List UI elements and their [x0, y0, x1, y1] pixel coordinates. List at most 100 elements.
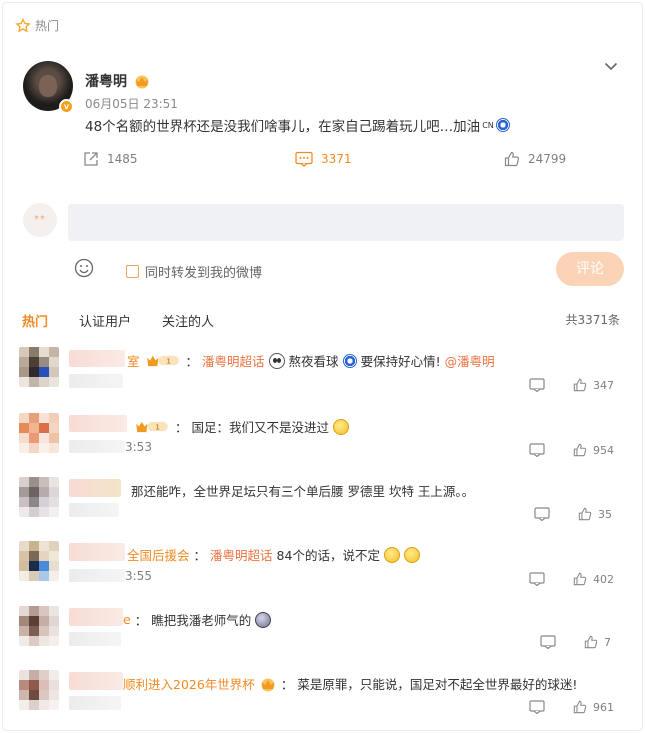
- mention-link[interactable]: @潘粤明: [445, 351, 495, 370]
- comment-icon: [295, 151, 313, 167]
- chevron-down-icon[interactable]: [604, 59, 618, 73]
- comment-button[interactable]: 3371: [295, 151, 352, 167]
- thumbs-up-icon: [584, 635, 598, 649]
- supertopic-link[interactable]: 潘粤明超话: [202, 351, 265, 370]
- comment-like-count: 347: [593, 378, 614, 392]
- emoji-icon[interactable]: [74, 258, 94, 278]
- blurred-name: [69, 543, 125, 561]
- supertopic-link[interactable]: 潘粤明超话: [210, 545, 273, 564]
- repost-checkbox-label: 同时转发到我的微博: [145, 266, 263, 281]
- hot-label: 热门: [35, 19, 60, 33]
- blurred-name: [69, 350, 125, 367]
- panda-emoji-icon: [268, 352, 285, 369]
- comment-time: 3:55: [125, 569, 152, 583]
- post-body: 48个名额的世界杯还是没我们啥事儿，在家自己踢着玩儿吧…加油: [85, 119, 481, 135]
- comment-colon: ：: [280, 677, 294, 692]
- repost-checkbox[interactable]: [126, 265, 139, 278]
- soccer-ball-icon: [495, 118, 510, 132]
- blurred-time: [69, 696, 121, 710]
- total-comments: 共3371条: [565, 313, 620, 327]
- thumbs-up-icon: [573, 572, 587, 586]
- comment-colon: ：: [185, 354, 199, 369]
- comment-body: 那还能咋，全世界足坛只有三个单后腰 罗德里 坎特 王上源。。: [131, 481, 474, 500]
- commenter-avatar[interactable]: [19, 541, 59, 581]
- commenter-name[interactable]: e: [123, 612, 131, 627]
- comment-like-button[interactable]: 954: [573, 443, 614, 457]
- comment-text: 84个的话，说不定: [276, 548, 380, 563]
- comment-body: 全国后援会 ： 潘粤明超话 84个的话，说不定: [127, 545, 420, 564]
- star-icon: [15, 17, 31, 32]
- reply-icon[interactable]: [529, 443, 545, 457]
- comment-like-count: 402: [593, 572, 614, 586]
- reply-icon[interactable]: [540, 635, 556, 649]
- like-button[interactable]: 24799: [504, 151, 566, 167]
- tab-verified-users[interactable]: 认证用户: [79, 311, 131, 330]
- tab-following[interactable]: 关注的人: [162, 311, 214, 330]
- level-crown-badge: 1: [136, 421, 168, 433]
- commenter-avatar[interactable]: [19, 477, 59, 517]
- comment-actions: 961: [529, 700, 614, 714]
- comment-like-button[interactable]: 7: [584, 635, 611, 649]
- comment-tabs: 热门 认证用户 关注的人: [22, 311, 214, 330]
- comment-colon: ：: [134, 613, 148, 628]
- crown-icon: [135, 75, 149, 89]
- comment-actions: 402: [529, 572, 614, 586]
- commenter-avatar[interactable]: [19, 670, 59, 710]
- commenter-name[interactable]: 顺利进入2026年世界杯: [123, 674, 255, 693]
- level-crown-badge: 1: [146, 355, 179, 367]
- comment-like-button[interactable]: 961: [573, 700, 614, 714]
- blurred-time: [69, 440, 125, 453]
- comment-actions: 347: [529, 378, 614, 392]
- commenter-name[interactable]: 全国后援会: [127, 545, 190, 564]
- svg-text:1: 1: [155, 422, 160, 431]
- cn-flag-icon: CN: [482, 120, 494, 130]
- post-text: 48个名额的世界杯还是没我们啥事儿，在家自己踢着玩儿吧…加油 CN: [85, 115, 510, 135]
- thumbs-up-icon: [573, 700, 587, 714]
- repost-checkbox-row[interactable]: 同时转发到我的微博: [126, 262, 262, 281]
- comment-text: 国足：我们又不是没进过: [191, 420, 330, 435]
- commenter-avatar[interactable]: [19, 347, 59, 387]
- comment-like-count: 961: [593, 700, 614, 714]
- comment-count: 3371: [321, 152, 352, 166]
- comment-actions: 954: [529, 443, 614, 457]
- thumbs-up-icon: [578, 507, 592, 521]
- comment-like-count: 7: [604, 635, 611, 649]
- reply-icon[interactable]: [529, 700, 545, 714]
- reply-icon[interactable]: [529, 572, 545, 586]
- comment-like-button[interactable]: 347: [573, 378, 614, 392]
- commenter-avatar[interactable]: [19, 413, 59, 453]
- commenter-name[interactable]: 室: [127, 351, 140, 370]
- author-name[interactable]: 潘粤明: [85, 71, 127, 91]
- angry-face-emoji-icon: [255, 611, 272, 628]
- hot-header: 热门: [15, 17, 59, 34]
- comment-like-button[interactable]: 35: [578, 507, 612, 521]
- comment-time: 3:53: [125, 440, 152, 454]
- thumbs-up-icon: [573, 443, 587, 457]
- comment-body: 顺利进入2026年世界杯 ： 菜是原罪，只能说，国足对不起全世界最好的球迷!: [123, 674, 577, 693]
- verified-badge: v: [59, 99, 74, 114]
- crown-icon: [261, 678, 275, 691]
- reply-icon[interactable]: [534, 507, 550, 521]
- post-time[interactable]: 06月05日 23:51: [85, 95, 178, 112]
- comment-text: 那还能咋，全世界足坛只有三个单后腰 罗德里 坎特 王上源。。: [131, 484, 475, 499]
- comment-actions: 35: [534, 507, 612, 521]
- weibo-post-card: 热门 v 潘粤明 06月05日 23:51 48个名额的世界杯还是没我们啥事儿，…: [2, 2, 643, 731]
- commenter-avatar[interactable]: [19, 606, 59, 646]
- repost-count: 1485: [107, 152, 138, 166]
- blurred-time: [69, 632, 121, 646]
- thumbs-up-icon: [504, 151, 520, 167]
- comment-input[interactable]: [68, 204, 624, 241]
- tab-hot[interactable]: 热门: [22, 311, 48, 330]
- comment-text: 熬夜看球: [288, 354, 339, 369]
- comment-body: 1 ： 国足：我们又不是没进过: [133, 417, 350, 436]
- repost-button[interactable]: 1485: [83, 151, 138, 167]
- smile-emoji-icon: [403, 546, 420, 563]
- comment-body: 室 1 ： 潘粤明超话 熬夜看球 要保持好心情! @潘粤明: [127, 351, 495, 370]
- svg-text:1: 1: [166, 356, 171, 365]
- like-count: 24799: [528, 152, 567, 166]
- comment-like-button[interactable]: 402: [573, 572, 614, 586]
- blurred-time: [69, 374, 123, 388]
- submit-comment-button[interactable]: 评论: [556, 252, 624, 286]
- comment-like-count: 35: [598, 507, 612, 521]
- reply-icon[interactable]: [529, 378, 545, 392]
